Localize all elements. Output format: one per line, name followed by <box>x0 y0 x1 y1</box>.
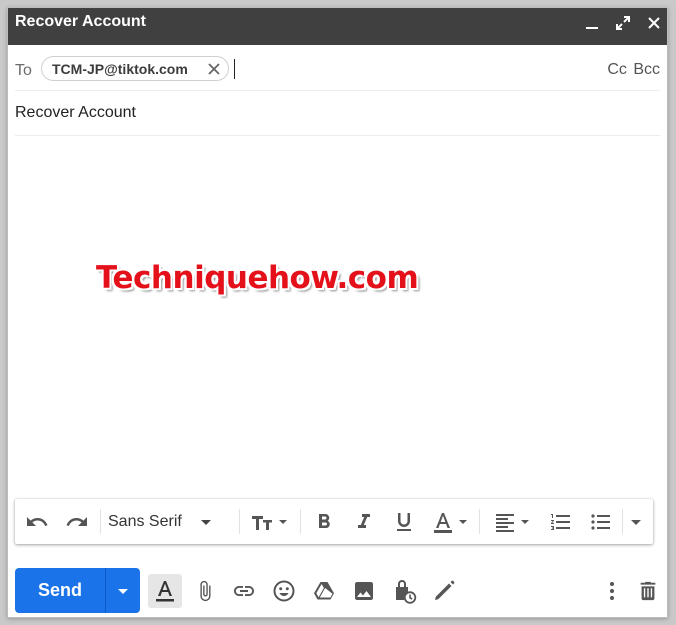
fullscreen-icon[interactable] <box>614 14 632 32</box>
confidential-icon[interactable] <box>389 576 419 606</box>
to-label: To <box>15 62 32 79</box>
font-family-select[interactable]: Sans Serif <box>108 510 212 534</box>
undo-icon[interactable] <box>25 510 49 534</box>
recipient-email: TCM-JP@tiktok.com <box>52 60 188 77</box>
more-options-icon[interactable] <box>597 576 627 606</box>
emoji-icon[interactable] <box>269 576 299 606</box>
subject-field[interactable]: Recover Account <box>15 104 136 122</box>
signature-icon[interactable] <box>429 576 459 606</box>
toolbar-separator <box>300 509 301 534</box>
text-color-icon[interactable] <box>431 510 469 534</box>
chevron-down-icon <box>200 520 211 525</box>
underline-icon[interactable] <box>392 510 416 534</box>
schedule-send-button[interactable] <box>106 568 140 613</box>
close-icon[interactable] <box>645 14 663 32</box>
font-family-value: Sans Serif <box>108 513 182 530</box>
drive-icon[interactable] <box>309 576 339 606</box>
watermark-text: Techniquehow.com <box>96 260 419 296</box>
send-button[interactable]: Send <box>15 568 105 613</box>
italic-icon[interactable] <box>352 510 376 534</box>
remove-recipient-icon[interactable] <box>207 62 221 76</box>
toolbar-separator <box>100 509 101 534</box>
bold-icon[interactable] <box>312 510 336 534</box>
toolbar-separator <box>239 509 240 534</box>
photo-icon[interactable] <box>349 576 379 606</box>
toolbar-separator <box>622 509 623 534</box>
discard-icon[interactable] <box>633 576 663 606</box>
to-divider <box>15 90 660 91</box>
chevron-down-icon <box>118 588 128 594</box>
bulleted-list-icon[interactable] <box>589 510 613 534</box>
minimize-icon[interactable] <box>583 14 601 32</box>
compose-title: Recover Account <box>15 13 146 30</box>
toolbar-separator <box>479 509 480 534</box>
text-cursor <box>234 59 235 79</box>
link-icon[interactable] <box>229 576 259 606</box>
attach-icon[interactable] <box>190 576 220 606</box>
compose-titlebar[interactable]: Recover Account <box>8 8 667 45</box>
more-formatting-icon[interactable] <box>629 510 643 534</box>
formatting-toolbar: Sans Serif <box>15 499 653 544</box>
cc-bcc-link[interactable]: Cc Bcc <box>607 61 660 79</box>
compose-window: Recover Account To TCM-JP@tiktok.com Cc … <box>7 7 668 618</box>
align-icon[interactable] <box>493 510 533 534</box>
redo-icon[interactable] <box>65 510 89 534</box>
subject-divider <box>15 135 660 136</box>
formatting-options-icon[interactable] <box>148 574 182 608</box>
recipient-chip[interactable]: TCM-JP@tiktok.com <box>41 56 229 81</box>
font-size-icon[interactable] <box>249 510 289 534</box>
to-row[interactable]: To TCM-JP@tiktok.com Cc Bcc <box>8 52 667 90</box>
send-button-group: Send <box>15 568 140 613</box>
numbered-list-icon[interactable] <box>549 510 573 534</box>
